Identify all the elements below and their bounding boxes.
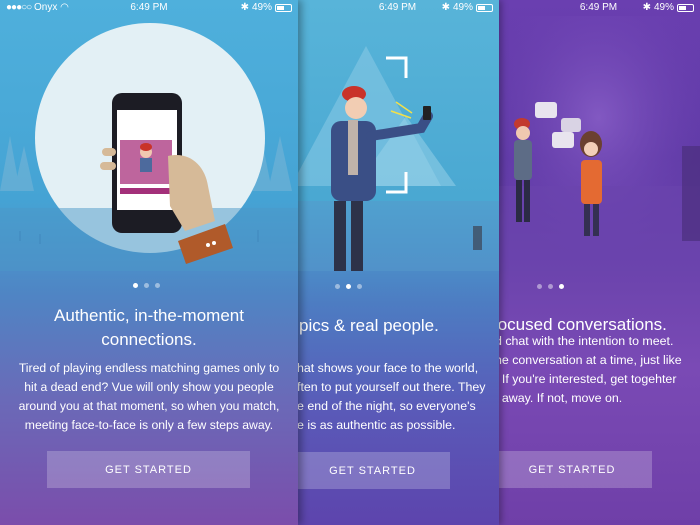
page-dot-2[interactable] — [144, 283, 149, 288]
body-line: ften to put yourself out there. They — [297, 380, 486, 394]
illustration-phone-in-hand — [0, 23, 298, 271]
battery-percent: 49% — [653, 2, 674, 13]
screen2-body: hat shows your face to the world, ften t… — [297, 359, 499, 435]
body-line: around you at that moment, so when you m… — [18, 399, 280, 413]
page-dot-2[interactable] — [346, 284, 351, 289]
body-line: e end of the night, so everyone's — [297, 399, 476, 413]
body-line: d chat with the intention to meet. — [497, 334, 674, 348]
battery-icon — [476, 3, 493, 12]
heading-line: connections. — [101, 330, 197, 349]
page-indicator — [133, 283, 160, 288]
battery-indicator: ✱ 49% — [241, 2, 292, 13]
battery-indicator: ✱ 49% — [643, 2, 694, 13]
onboarding-screen-1: ●●●○○ Onyx ◠ 6:49 PM ✱ 49% Authentic, in… — [0, 0, 298, 525]
battery-icon — [275, 3, 292, 12]
page-dot-3[interactable] — [357, 284, 362, 289]
onboarding-screen-2: 6:49 PM ✱ 49% pics & real people. hat sh… — [296, 0, 499, 525]
body-line: . If you're interested, get togehter — [497, 372, 677, 386]
body-line: e is as authentic as possible. — [297, 418, 456, 432]
status-bar: 6:49 PM ✱ 49% — [296, 0, 499, 16]
bluetooth-icon: ✱ — [642, 2, 651, 13]
page-dot-1[interactable] — [537, 284, 542, 289]
heading-line: Authentic, in-the-moment — [54, 306, 244, 325]
battery-indicator: ✱ 49% — [442, 2, 493, 13]
status-bar: 6:49 PM ✱ 49% — [497, 0, 700, 16]
body-line: hit a dead end? Vue will only show you p… — [24, 380, 274, 394]
bluetooth-icon: ✱ — [240, 2, 249, 13]
screen2-heading: pics & real people. — [299, 316, 439, 335]
body-line: t away. If not, move on. — [497, 391, 623, 405]
page-dot-3[interactable] — [155, 283, 160, 288]
illustration-two-people-chatting — [497, 16, 700, 271]
battery-icon — [677, 3, 694, 12]
screen1-body: Tired of playing endless matching games … — [0, 359, 298, 435]
body-line: hat shows your face to the world, — [297, 361, 479, 375]
page-indicator — [537, 284, 564, 289]
body-line: he conversation at a time, just like — [497, 353, 682, 367]
page-indicator — [335, 284, 362, 289]
body-line: Tired of playing endless matching games … — [18, 361, 280, 375]
screen1-heading: Authentic, in-the-moment connections. — [0, 304, 298, 352]
body-line: meeting face-to-face is only a few steps… — [24, 418, 274, 432]
get-started-button[interactable]: GET STARTED — [47, 451, 250, 488]
illustration-selfie — [296, 46, 499, 271]
bluetooth-icon: ✱ — [441, 2, 450, 13]
status-bar: ●●●○○ Onyx ◠ 6:49 PM ✱ 49% — [0, 0, 298, 16]
page-dot-3[interactable] — [559, 284, 564, 289]
page-dot-2[interactable] — [548, 284, 553, 289]
battery-percent: 49% — [452, 2, 473, 13]
page-dot-1[interactable] — [133, 283, 138, 288]
get-started-button[interactable]: GET STARTED — [497, 451, 652, 488]
battery-percent: 49% — [251, 2, 272, 13]
page-dot-1[interactable] — [335, 284, 340, 289]
onboarding-screen-3: 6:49 PM ✱ 49% focused conversations. d c… — [497, 0, 700, 525]
get-started-button[interactable]: GET STARTED — [296, 452, 450, 489]
screen3-body: d chat with the intention to meet. he co… — [497, 332, 700, 408]
